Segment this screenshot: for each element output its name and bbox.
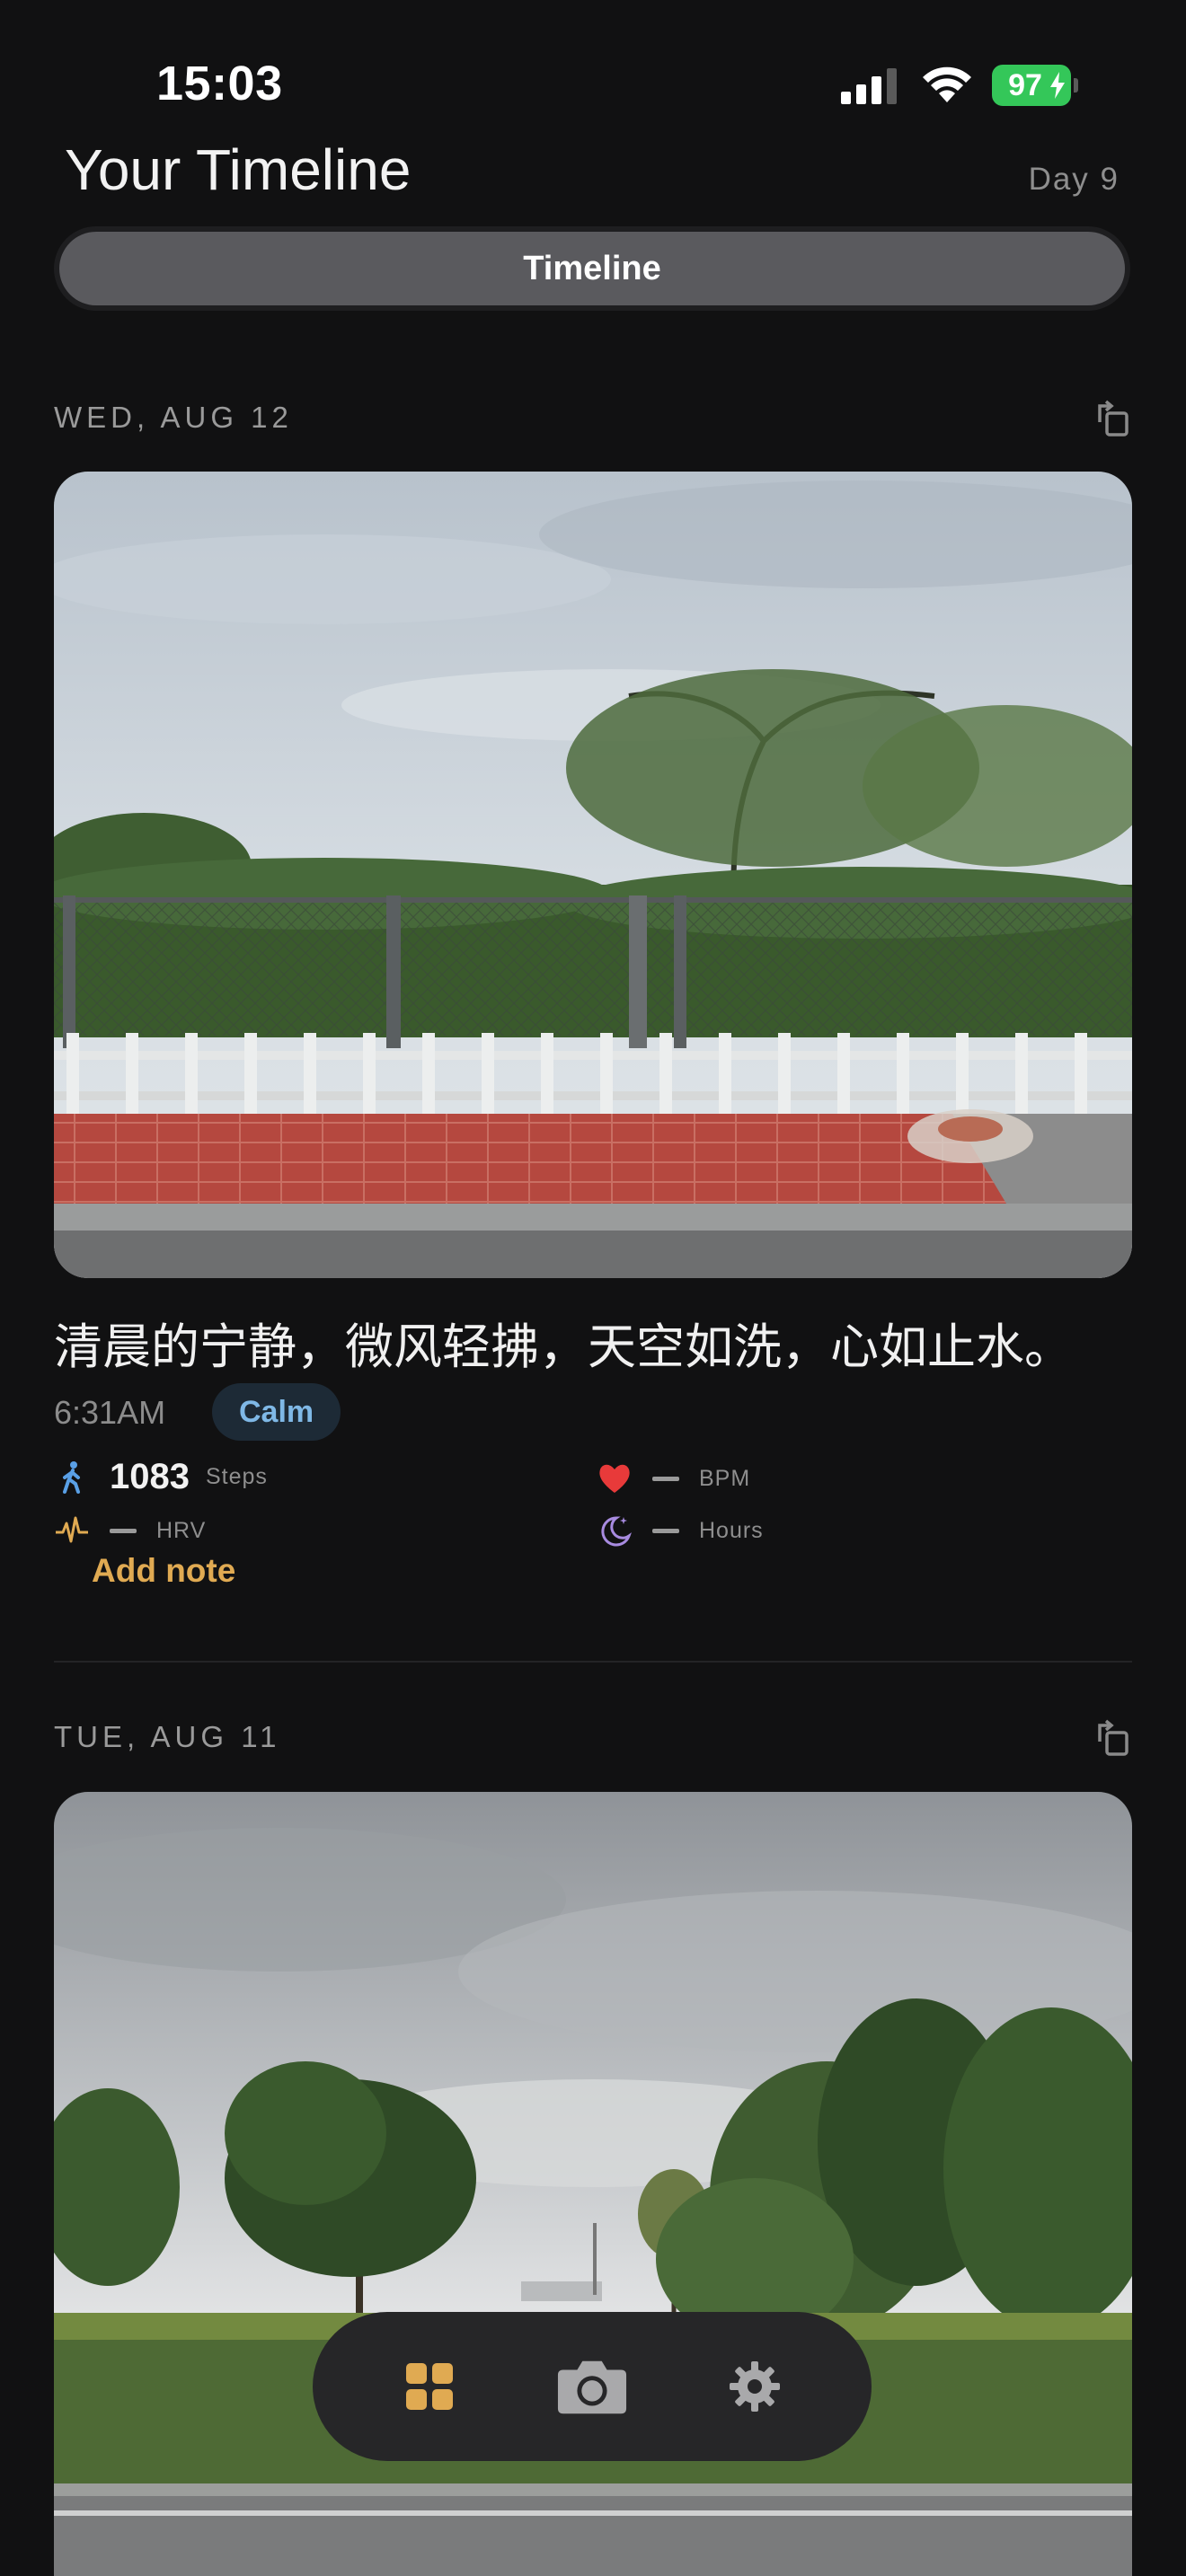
wifi-icon (923, 66, 971, 102)
entry-date-header: TUE, AUG 11 (54, 1720, 281, 1753)
waveform-icon (56, 1516, 88, 1543)
mood-badge[interactable]: Calm (212, 1383, 341, 1441)
battery-level: 97 (1008, 67, 1042, 102)
status-time: 15:03 (156, 57, 283, 110)
sleep-empty-dash (652, 1528, 679, 1533)
tab-settings[interactable] (719, 2351, 791, 2422)
camera-icon (557, 2360, 627, 2414)
sleep-unit: Hours (699, 1517, 764, 1543)
bpm-unit: BPM (699, 1465, 751, 1491)
entry-photo[interactable] (54, 472, 1132, 1278)
segmented-control: Timeline (54, 226, 1130, 311)
walking-icon (63, 1460, 80, 1494)
heart-rate-metric: BPM (597, 1460, 750, 1496)
entry-time: 6:31AM (54, 1394, 166, 1431)
heart-icon (599, 1464, 630, 1493)
rotate-copy-icon[interactable] (1093, 399, 1132, 438)
hrv-empty-dash (110, 1528, 137, 1533)
steps-metric: 1083 Steps (54, 1457, 268, 1497)
moon-stars-icon (601, 1516, 632, 1547)
tab-camera[interactable] (556, 2351, 628, 2422)
charging-bolt-icon (1050, 72, 1065, 99)
bottom-tab-bar (313, 2312, 872, 2461)
steps-value: 1083 (110, 1457, 190, 1496)
sleep-metric: Hours (597, 1513, 764, 1548)
entry-date-header: WED, AUG 12 (54, 401, 293, 434)
steps-unit: Steps (205, 1464, 268, 1489)
tab-timeline[interactable] (394, 2351, 465, 2422)
entry-divider (54, 1661, 1132, 1663)
gear-icon (729, 2361, 780, 2412)
rotate-copy-icon[interactable] (1093, 1718, 1132, 1758)
day-counter: Day 9 (1028, 162, 1120, 197)
bpm-empty-dash (652, 1476, 679, 1481)
add-note-button[interactable]: Add note (92, 1552, 235, 1590)
hrv-metric: HRV (54, 1513, 206, 1548)
hrv-unit: HRV (156, 1517, 207, 1543)
segment-timeline[interactable]: Timeline (59, 232, 1125, 305)
grid-icon (406, 2363, 454, 2410)
cellular-signal-icon (841, 68, 897, 104)
battery-indicator: 97 (992, 65, 1078, 106)
entry-caption: 清晨的宁静，微风轻拂，天空如洗，心如止水。 (54, 1320, 1073, 1374)
page-title: Your Timeline (65, 137, 412, 202)
